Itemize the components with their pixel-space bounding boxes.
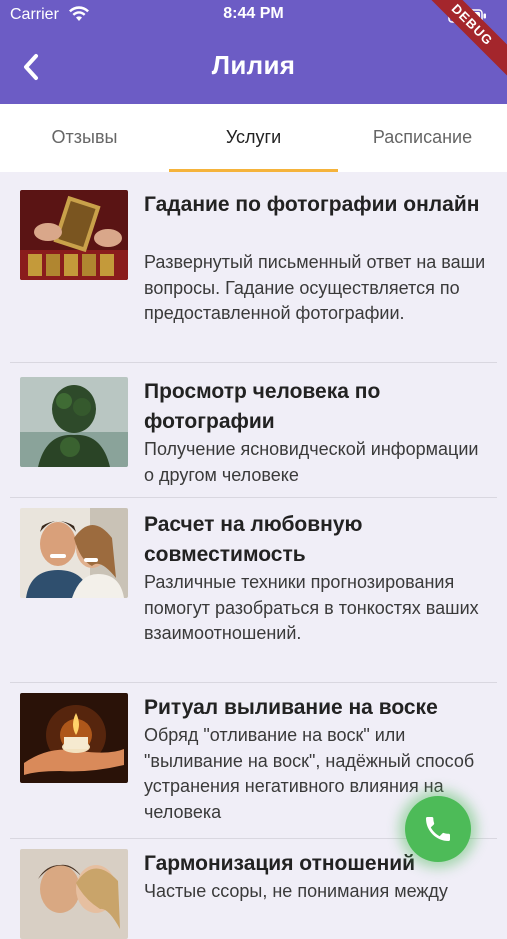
service-title: Ритуал выливание на воске	[144, 696, 438, 719]
tab-label: Расписание	[372, 127, 473, 147]
service-image	[20, 849, 128, 939]
tab-reviews[interactable]: Отзывы	[0, 104, 169, 172]
tab-bar: Отзывы Услуги Расписание	[0, 104, 507, 172]
list-item[interactable]: Расчет на любовную совместимость Различн…	[10, 498, 497, 683]
call-button[interactable]	[405, 796, 471, 862]
phone-icon	[426, 817, 450, 841]
service-image	[20, 508, 128, 598]
status-time: 8:44 PM	[223, 5, 284, 22]
service-image	[20, 377, 128, 467]
list-item[interactable]: Гадание по фотографии онлайн Развернутый…	[10, 172, 497, 363]
service-description: Различные техники прогнозирования помогу…	[144, 572, 479, 643]
page-title: Лилия	[211, 50, 296, 80]
list-item[interactable]: Просмотр человека по фотографии Получени…	[10, 363, 497, 498]
tab-label: Отзывы	[51, 127, 118, 147]
service-description: Получение ясновидческой информации о дру…	[144, 439, 479, 485]
service-title: Расчет на любовную совместимость	[144, 513, 363, 566]
service-image	[20, 693, 128, 783]
service-title: Гадание по фотографии онлайн	[144, 193, 480, 216]
service-image	[20, 190, 128, 280]
app-bar: Carrier 8:44 PM Лилия DEBUG	[0, 0, 507, 104]
service-description: Частые ссоры, не понимания между	[144, 881, 448, 901]
tab-services[interactable]: Услуги	[169, 104, 338, 172]
tab-label: Услуги	[225, 127, 282, 147]
status-bar: Carrier 8:44 PM	[0, 0, 507, 30]
service-description: Развернутый письменный ответ на ваши воп…	[144, 252, 486, 323]
tab-schedule[interactable]: Расписание	[338, 104, 507, 172]
service-title: Просмотр человека по фотографии	[144, 380, 381, 433]
